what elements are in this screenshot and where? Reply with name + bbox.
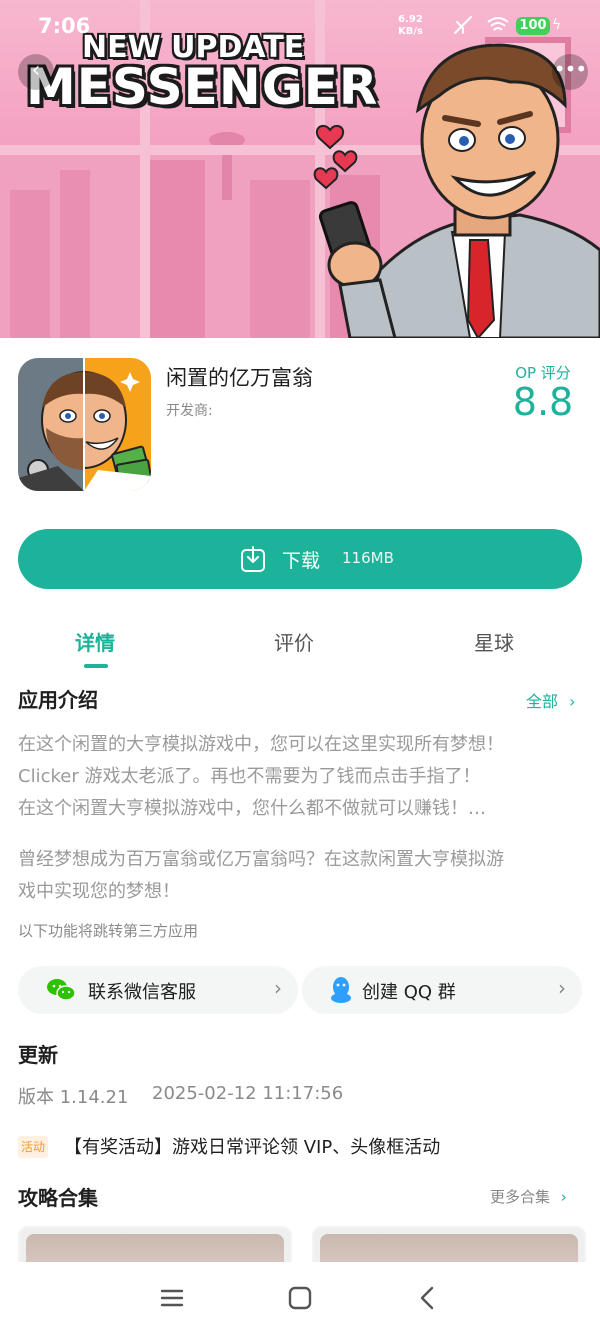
battery-icon: 100 (516, 17, 550, 35)
tab-indicator (84, 664, 108, 668)
intro-line: 曾经梦想成为百万富翁或亿万富翁吗？在这款闲置大亨模拟游 (18, 849, 504, 870)
guides-more-label: 更多合集 (490, 1188, 551, 1206)
nav-menu-button[interactable] (152, 1280, 192, 1316)
status-time: 7:06 (38, 14, 91, 38)
version-text: 版本 1.14.21 (18, 1087, 129, 1108)
intro-line: Clicker 游戏太老派了。再也不需要为了钱而点击手指了！ (18, 766, 481, 787)
wechat-service-label: 联系微信客服 (88, 982, 196, 1003)
download-button[interactable]: 下载 116MB (18, 529, 582, 589)
chevron-left-icon: ‹ (31, 58, 41, 83)
wechat-service-button[interactable]: 联系微信客服 › (18, 966, 298, 1014)
download-label: 下载 (282, 550, 321, 572)
qq-group-button[interactable]: 创建 QQ 群 › (302, 966, 582, 1014)
chevron-right-icon: › (569, 692, 576, 711)
app-icon (18, 358, 151, 491)
nav-back-button[interactable] (408, 1280, 448, 1316)
intro-more-link[interactable]: 全部 › (526, 688, 576, 712)
third-party-note: 以下功能将跳转第三方应用 (18, 922, 199, 940)
intro-line: 戏中实现您的梦想！ (18, 881, 180, 902)
hero-banner: NEW UPDATE MESSENGER 7:06 6.92 KB/s 100 … (0, 0, 600, 338)
developer-label: 开发商: (166, 403, 213, 419)
menu-icon (160, 1289, 184, 1307)
download-size: 116MB (342, 549, 394, 567)
nav-home-button[interactable] (280, 1280, 320, 1316)
qq-icon (331, 977, 351, 1003)
tab-details[interactable]: 详情 (75, 627, 115, 656)
status-bar: 7:06 6.92 KB/s 100 ϟ (0, 0, 600, 52)
intro-title: 应用介绍 (18, 688, 98, 712)
qq-group-label: 创建 QQ 群 (362, 982, 456, 1003)
app-detail-page: NEW UPDATE MESSENGER 7:06 6.92 KB/s 100 … (0, 0, 600, 1333)
wechat-icon (47, 979, 76, 1001)
network-speed-unit: KB/s (398, 26, 423, 37)
more-button[interactable]: ••• (552, 54, 588, 90)
event-link[interactable]: 【有奖活动】游戏日常评论领 VIP、头像框活动 (64, 1133, 440, 1159)
guides-more-link[interactable]: 更多合集 › (490, 1186, 567, 1207)
chevron-right-icon: › (274, 976, 282, 1000)
score-value: 8.8 (512, 380, 574, 424)
system-nav-bar (0, 1262, 600, 1333)
intro-line: 在这个闲置的大亨模拟游戏中，您可以在这里实现所有梦想！ (18, 734, 504, 755)
app-icon-image (18, 358, 151, 491)
network-speed-value: 6.92 (398, 14, 423, 25)
update-title: 更新 (18, 1043, 58, 1067)
intro-more-label: 全部 (526, 692, 559, 711)
update-date: 2025-02-12 11:17:56 (152, 1083, 344, 1104)
chevron-right-icon: › (558, 976, 566, 1000)
home-icon (288, 1286, 312, 1310)
more-icon: ••• (553, 57, 587, 81)
chevron-right-icon: › (560, 1188, 567, 1206)
tab-reviews[interactable]: 评价 (274, 627, 314, 656)
back-icon (420, 1286, 434, 1310)
banner-logo-line2: MESSENGER (26, 58, 379, 116)
app-name: 闲置的亿万富翁 (166, 366, 313, 390)
back-button[interactable]: ‹ (18, 54, 54, 90)
network-speed: 6.92 KB/s (398, 14, 423, 38)
intro-line: 在这个闲置大亨模拟游戏中，您什么都不做就可以赚钱！… (18, 798, 486, 819)
download-icon (241, 546, 265, 572)
event-badge: 活动 (18, 1136, 49, 1158)
charging-icon: ϟ (552, 17, 562, 33)
guides-title: 攻略合集 (18, 1186, 98, 1210)
signal-off-icon (454, 16, 472, 34)
tab-planet[interactable]: 星球 (474, 627, 514, 656)
wifi-icon (487, 17, 509, 31)
